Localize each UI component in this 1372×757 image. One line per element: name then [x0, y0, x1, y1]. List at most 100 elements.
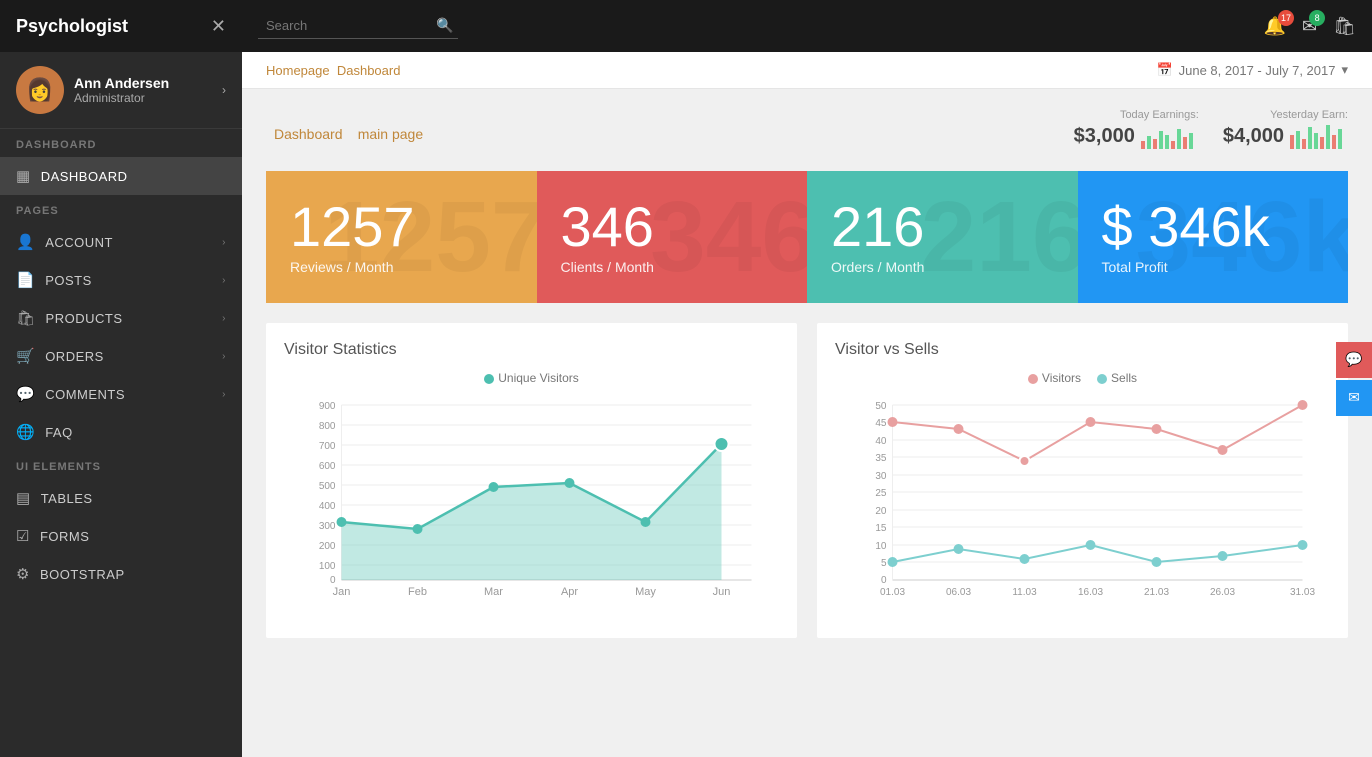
forms-icon: ☑	[16, 527, 30, 545]
svg-text:Mar: Mar	[484, 586, 503, 598]
close-icon[interactable]: ✕	[211, 16, 226, 37]
sidebar-item-account[interactable]: 👤ACCOUNT›	[0, 223, 242, 261]
svg-text:300: 300	[319, 521, 336, 532]
stat-number: 1257	[290, 199, 513, 255]
stat-card-1: 346Clients / Month346	[537, 171, 808, 303]
sidebar-item-bootstrap[interactable]: ⚙ BOOTSTRAP	[0, 555, 242, 593]
svg-text:Jan: Jan	[333, 586, 351, 598]
today-label: Today Earnings:	[1074, 109, 1199, 121]
svg-text:10: 10	[875, 541, 887, 552]
svg-text:25: 25	[875, 488, 887, 499]
bootstrap-icon: ⚙	[16, 565, 30, 583]
svg-text:600: 600	[319, 461, 336, 472]
today-sparkline	[1139, 121, 1199, 151]
earnings-widgets: Today Earnings: $3,000	[1074, 109, 1348, 151]
floating-chat-button[interactable]: 💬	[1336, 342, 1372, 378]
svg-text:May: May	[635, 586, 656, 598]
svg-text:5: 5	[881, 558, 887, 569]
stat-label: Orders / Month	[831, 259, 1054, 275]
dash-title: Dashboard main page	[266, 115, 423, 145]
date-range-text: June 8, 2017 - July 7, 2017	[1179, 63, 1336, 78]
dashboard-icon: ▦	[16, 167, 31, 185]
visitor-legend-label: Unique Visitors	[498, 371, 578, 385]
date-chevron-icon: ▾	[1341, 62, 1348, 78]
orders-icon: 🛒	[16, 347, 35, 365]
notifications-badge: 17	[1278, 10, 1294, 26]
sidebar-section-label: UI ELEMENTS	[0, 451, 242, 479]
topbar-right: 🔔 17 ✉ 8 🛍	[1264, 16, 1356, 37]
sidebar-item-label: FORMS	[40, 529, 89, 544]
svg-text:40: 40	[875, 436, 887, 447]
user-name: Ann Andersen	[74, 75, 169, 91]
svg-text:06.03: 06.03	[946, 587, 971, 598]
sidebar-item-comments[interactable]: 💬COMMENTS›	[0, 375, 242, 413]
sidebar-section-label: PAGES	[0, 195, 242, 223]
date-filter[interactable]: 📅 June 8, 2017 - July 7, 2017 ▾	[1156, 62, 1348, 78]
sidebar-item-orders[interactable]: 🛒 ORDERS ›	[0, 337, 242, 375]
notifications-button[interactable]: 🔔 17	[1264, 16, 1286, 37]
sidebar-item-dashboard[interactable]: ▦DASHBOARD	[0, 157, 242, 195]
sidebar-nav: DASHBOARD▦DASHBOARDPAGES👤ACCOUNT›📄POSTS›…	[0, 129, 242, 593]
sells-chart-card: Visitor vs Sells Visitors Sells	[817, 323, 1348, 638]
svg-text:30: 30	[875, 471, 887, 482]
sidebar-item-label: FAQ	[45, 425, 73, 440]
stat-card-2: 216Orders / Month216	[807, 171, 1078, 303]
posts-icon: 📄	[16, 271, 35, 289]
breadcrumb-bar: Homepage Dashboard 📅 June 8, 2017 - July…	[242, 52, 1372, 89]
sidebar: Psychologist ✕ 👩 Ann Andersen Administra…	[0, 0, 242, 757]
svg-text:500: 500	[319, 481, 336, 492]
tables-icon: ▤	[16, 489, 31, 507]
svg-text:11.03: 11.03	[1012, 587, 1037, 598]
svg-text:15: 15	[875, 523, 887, 534]
user-info: Ann Andersen Administrator	[74, 75, 169, 105]
sidebar-item-tables[interactable]: ▤ TABLES	[0, 479, 242, 517]
orders-chevron-icon: ›	[222, 351, 226, 362]
account-chevron-icon: ›	[222, 237, 226, 248]
messages-button[interactable]: ✉ 8	[1302, 16, 1317, 37]
sidebar-item-label: POSTS	[45, 273, 92, 288]
products-icon: 🛍	[16, 309, 36, 327]
user-panel: 👩 Ann Andersen Administrator ›	[0, 52, 242, 129]
charts-row: Visitor Statistics Unique Visitors	[266, 323, 1348, 638]
search-input[interactable]	[266, 18, 436, 33]
svg-text:21.03: 21.03	[1144, 587, 1169, 598]
stat-label: Reviews / Month	[290, 259, 513, 275]
page-title: Dashboard main page	[266, 115, 423, 146]
svg-text:01.03: 01.03	[880, 587, 905, 598]
visitor-chart-title: Visitor Statistics	[284, 341, 779, 359]
svg-text:0: 0	[881, 575, 887, 586]
sidebar-item-posts[interactable]: 📄POSTS›	[0, 261, 242, 299]
user-chevron-icon[interactable]: ›	[222, 83, 226, 97]
sidebar-item-label: BOOTSTRAP	[40, 567, 125, 582]
yesterday-label: Yesterday Earn:	[1223, 109, 1348, 121]
topbar: 🔍 🔔 17 ✉ 8 🛍	[242, 0, 1372, 52]
svg-text:0: 0	[330, 575, 336, 586]
search-icon[interactable]: 🔍	[436, 17, 453, 34]
dash-subtitle: main page	[358, 126, 423, 142]
sidebar-item-label: ACCOUNT	[45, 235, 113, 250]
yesterday-sparkline	[1288, 121, 1348, 151]
sidebar-item-products[interactable]: 🛍PRODUCTS›	[0, 299, 242, 337]
stat-card-0: 1257Reviews / Month1257	[266, 171, 537, 303]
breadcrumb-home[interactable]: Homepage	[266, 63, 330, 78]
stat-number: 346	[561, 199, 784, 255]
sidebar-item-label: TABLES	[41, 491, 93, 506]
sidebar-item-label: COMMENTS	[45, 387, 125, 402]
yesterday-value: $4,000	[1223, 125, 1284, 148]
stat-label: Total Profit	[1102, 259, 1325, 275]
sidebar-header: Psychologist ✕	[0, 0, 242, 52]
stat-card-3: $ 346kTotal Profit346k	[1078, 171, 1349, 303]
stat-label: Clients / Month	[561, 259, 784, 275]
today-value: $3,000	[1074, 125, 1135, 148]
dash-header: Dashboard main page Today Earnings: $3,0…	[266, 109, 1348, 151]
sidebar-item-forms[interactable]: ☑ FORMS	[0, 517, 242, 555]
floating-email-button[interactable]: ✉	[1336, 380, 1372, 416]
sidebar-item-faq[interactable]: 🌐FAQ	[0, 413, 242, 451]
visitor-statistics-card: Visitor Statistics Unique Visitors	[266, 323, 797, 638]
svg-text:100: 100	[319, 561, 336, 572]
sidebar-item-label: ORDERS	[45, 349, 104, 364]
visitors-legend-label: Visitors	[1042, 371, 1081, 385]
sells-chart-legend: Visitors Sells	[835, 371, 1330, 385]
dash-title-main: Dashboard	[274, 126, 343, 142]
cart-button[interactable]: 🛍	[1333, 16, 1356, 37]
